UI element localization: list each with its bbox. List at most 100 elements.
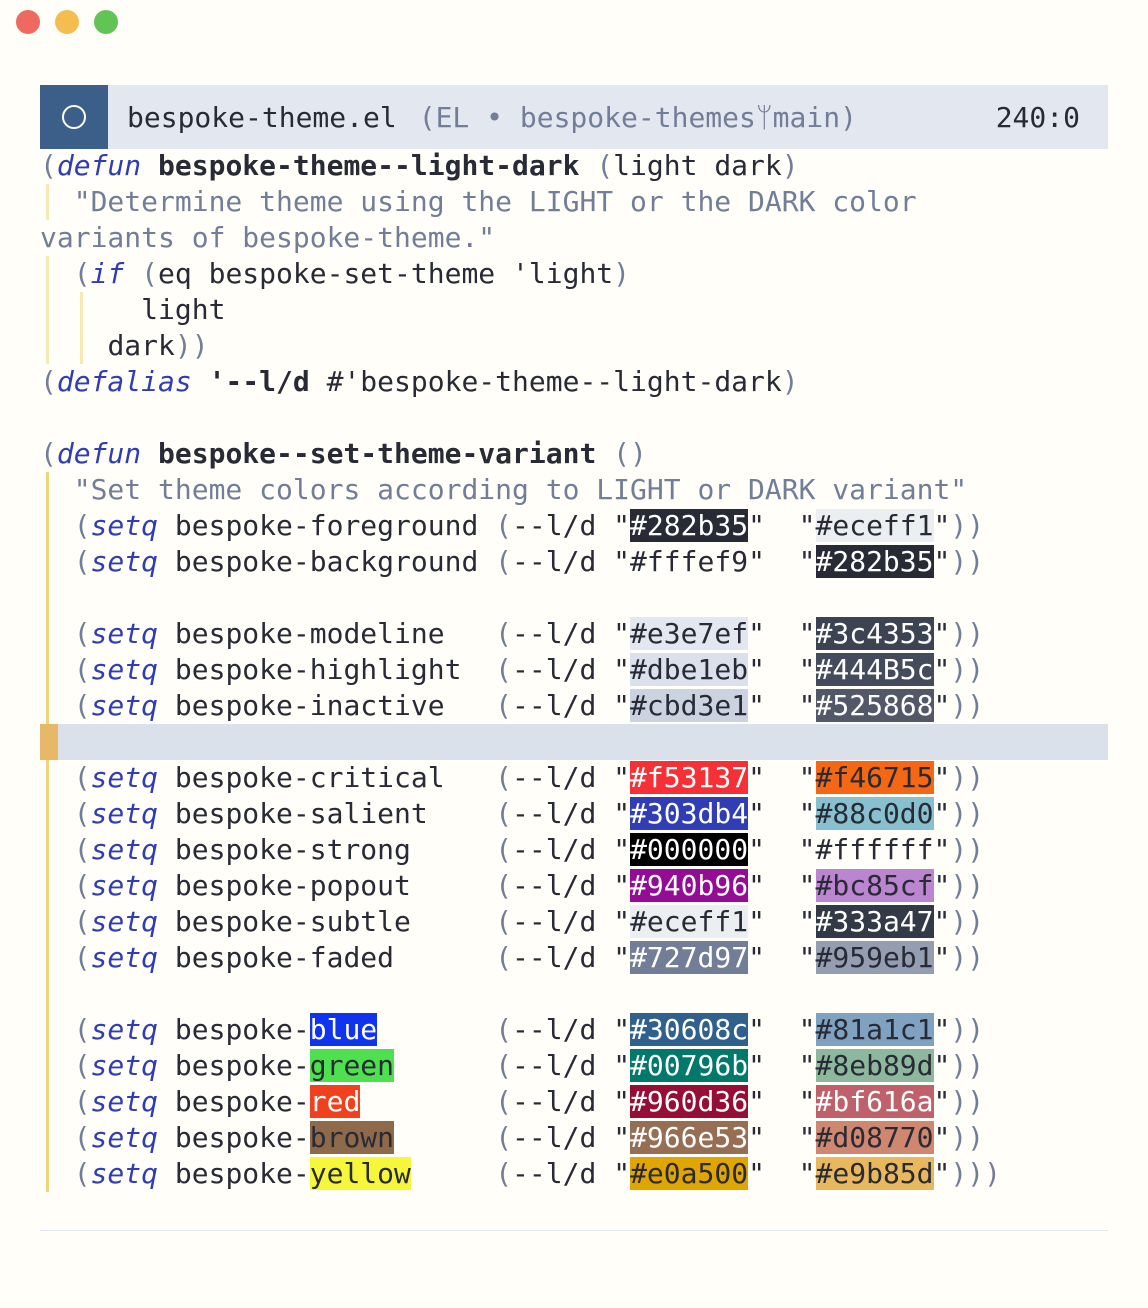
dark-color-value: #81a1c1 <box>815 1013 934 1046</box>
setq-line-blue: (setq bespoke-blue (--l/d "#30608c" "#81… <box>40 1012 1108 1048</box>
setq-line-bespoke-highlight: (setq bespoke-highlight (--l/d "#dbe1eb"… <box>40 652 1108 688</box>
setq-line-bespoke-strong: (setq bespoke-strong (--l/d "#000000" "#… <box>40 832 1108 868</box>
light-dark-fn: --l/d <box>512 653 597 686</box>
function-name: bespoke--set-theme-variant <box>158 437 597 470</box>
function-args: light dark <box>613 149 782 182</box>
light-color-value: #940b96 <box>630 869 749 902</box>
code-editor[interactable]: (defun bespoke-theme--light-dark (light … <box>40 148 1108 1192</box>
keyword: setq <box>90 1157 159 1190</box>
code-text: dark <box>107 329 175 362</box>
code-line-3: variants of bespoke-theme." <box>40 220 1108 256</box>
light-color-value: #000000 <box>630 833 749 866</box>
code-line-9: (defun bespoke--set-theme-variant () <box>40 437 647 470</box>
light-color-value: #fffef9 <box>630 545 749 578</box>
dark-color-value: #282b35 <box>815 545 934 578</box>
variable-name: bespoke-strong <box>174 833 411 866</box>
setq-line-bespoke-foreground: (setq bespoke-foreground (--l/d "#282b35… <box>40 508 1108 544</box>
light-dark-fn: --l/d <box>512 545 597 578</box>
buffer-state-circle-icon <box>62 105 86 129</box>
variable-name: bespoke-subtle <box>174 905 411 938</box>
light-dark-fn: --l/d <box>512 1121 597 1154</box>
light-color-value: #303db4 <box>630 797 749 830</box>
dark-color-value: #d08770 <box>815 1121 934 1154</box>
dark-color-value: #8eb89d <box>815 1049 934 1082</box>
code-line-6: dark)) <box>40 328 1108 364</box>
code-line-7: (defalias '--l/d #'bespoke-theme--light-… <box>40 365 799 398</box>
variable-name: bespoke-critical <box>174 761 445 794</box>
buffer-state-indicator <box>40 85 108 149</box>
keyword: defun <box>56 149 142 182</box>
setq-line-green: (setq bespoke-green (--l/d "#00796b" "#8… <box>40 1048 1108 1084</box>
light-color-value: #00796b <box>630 1049 749 1082</box>
light-dark-fn: --l/d <box>512 1157 597 1190</box>
light-color-value: #966e53 <box>630 1121 749 1154</box>
color-name-swatch: red <box>309 1085 361 1118</box>
setq-line-bespoke-modeline: (setq bespoke-modeline (--l/d "#e3e7ef" … <box>40 616 1108 652</box>
light-dark-fn: --l/d <box>512 689 597 722</box>
variable-prefix: bespoke- <box>174 1013 310 1046</box>
cursor-position: 240:0 <box>995 100 1080 134</box>
variable-name: bespoke-popout <box>174 869 411 902</box>
minimize-window-button[interactable] <box>55 10 79 34</box>
keyword: setq <box>90 905 159 938</box>
dark-color-value: #e9b85d <box>815 1157 934 1190</box>
light-color-value: #f53137 <box>630 761 749 794</box>
light-color-value: #dbe1eb <box>630 653 749 686</box>
setq-line-yellow: (setq bespoke-yellow (--l/d "#e0a500" "#… <box>40 1156 1108 1192</box>
light-color-value: #eceff1 <box>630 905 749 938</box>
keyword: setq <box>90 1049 159 1082</box>
code-line-blank-2 <box>40 724 1108 760</box>
keyword: setq <box>90 833 159 866</box>
code-line-10: "Set theme colors according to LIGHT or … <box>40 472 1108 508</box>
light-dark-fn: --l/d <box>512 1049 597 1082</box>
variable-name: bespoke-background <box>174 545 479 578</box>
code-text: light <box>141 293 226 326</box>
light-dark-fn: --l/d <box>512 617 597 650</box>
setq-line-bespoke-faded: (setq bespoke-faded (--l/d "#727d97" "#9… <box>40 940 1108 976</box>
code-line-blank-3 <box>40 976 1108 1012</box>
setq-line-brown: (setq bespoke-brown (--l/d "#966e53" "#d… <box>40 1120 1108 1156</box>
keyword: setq <box>90 689 159 722</box>
dark-color-value: #525868 <box>815 689 934 722</box>
keyword: setq <box>90 545 159 578</box>
keyword: setq <box>90 797 159 830</box>
docstring: variants of bespoke-theme." <box>40 221 496 254</box>
variable-prefix: bespoke- <box>174 1049 310 1082</box>
setq-line-bespoke-background: (setq bespoke-background (--l/d "#fffef9… <box>40 544 1108 580</box>
light-color-value: #e3e7ef <box>630 617 749 650</box>
setq-line-bespoke-critical: (setq bespoke-critical (--l/d "#f53137" … <box>40 760 1108 796</box>
light-dark-fn: --l/d <box>512 905 597 938</box>
variable-name: bespoke-foreground <box>174 509 479 542</box>
color-name-swatch: yellow <box>309 1157 411 1190</box>
variable-name: bespoke-inactive <box>174 689 445 722</box>
light-dark-fn: --l/d <box>512 833 597 866</box>
dark-color-value: #bc85cf <box>815 869 934 902</box>
light-dark-fn: --l/d <box>512 1085 597 1118</box>
variable-prefix: bespoke- <box>174 1085 310 1118</box>
dark-color-value: #959eb1 <box>815 941 934 974</box>
buffer-mode-branch: (EL • bespoke-themesᛘmain) <box>418 100 857 134</box>
window-controls <box>16 10 118 34</box>
docstring: "Determine theme using the LIGHT or the … <box>73 185 917 218</box>
dark-color-value: #333a47 <box>815 905 934 938</box>
keyword: setq <box>90 617 159 650</box>
close-window-button[interactable] <box>16 10 40 34</box>
code-line-1: (defun bespoke-theme--light-dark (light … <box>40 149 799 182</box>
bottom-divider <box>40 1230 1108 1231</box>
keyword: defalias <box>56 365 192 398</box>
keyword: setq <box>90 509 159 542</box>
variable-prefix: bespoke- <box>174 1157 310 1190</box>
keyword: defun <box>56 437 142 470</box>
dark-color-value: #bf616a <box>815 1085 934 1118</box>
buffer-filename: bespoke-theme.el <box>127 100 397 134</box>
light-dark-fn: --l/d <box>512 509 597 542</box>
keyword: setq <box>90 869 159 902</box>
setq-line-red: (setq bespoke-red (--l/d "#960d36" "#bf6… <box>40 1084 1108 1120</box>
function-name: bespoke-theme--light-dark <box>158 149 580 182</box>
keyword: setq <box>90 1085 159 1118</box>
setq-line-bespoke-inactive: (setq bespoke-inactive (--l/d "#cbd3e1" … <box>40 688 1108 724</box>
variable-prefix: bespoke- <box>174 1121 310 1154</box>
light-color-value: #30608c <box>630 1013 749 1046</box>
maximize-window-button[interactable] <box>94 10 118 34</box>
